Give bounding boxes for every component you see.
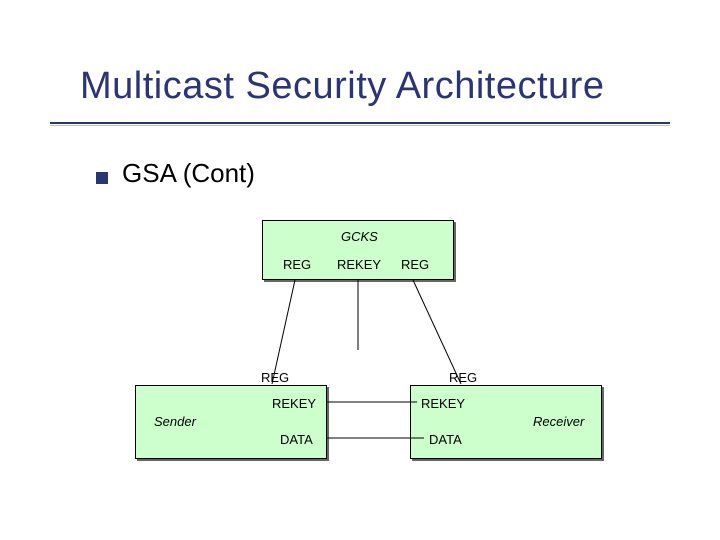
sender-data: DATA xyxy=(280,432,313,447)
gcks-rekey: REKEY xyxy=(337,257,381,272)
sender-rekey: REKEY xyxy=(272,396,316,411)
bullet-icon xyxy=(96,172,108,184)
receiver-reg: REG xyxy=(449,370,477,385)
title-underline xyxy=(50,122,670,124)
sender-reg: REG xyxy=(261,370,289,385)
slide: Multicast Security Architecture GSA (Con… xyxy=(0,0,720,540)
gcks-label: GCKS xyxy=(341,229,378,244)
sender-label: Sender xyxy=(154,414,196,429)
bullet-text: GSA (Cont) xyxy=(122,158,255,189)
gcks-reg-right: REG xyxy=(401,257,429,272)
receiver-box: REG Receiver REKEY DATA xyxy=(410,385,602,459)
receiver-data: DATA xyxy=(429,432,462,447)
gcks-box: GCKS REG REKEY REG xyxy=(262,220,454,280)
gcks-reg-left: REG xyxy=(283,257,311,272)
slide-title: Multicast Security Architecture xyxy=(80,65,604,108)
sender-box: REG Sender REKEY DATA xyxy=(135,385,327,459)
receiver-rekey: REKEY xyxy=(421,396,465,411)
receiver-label: Receiver xyxy=(533,414,584,429)
